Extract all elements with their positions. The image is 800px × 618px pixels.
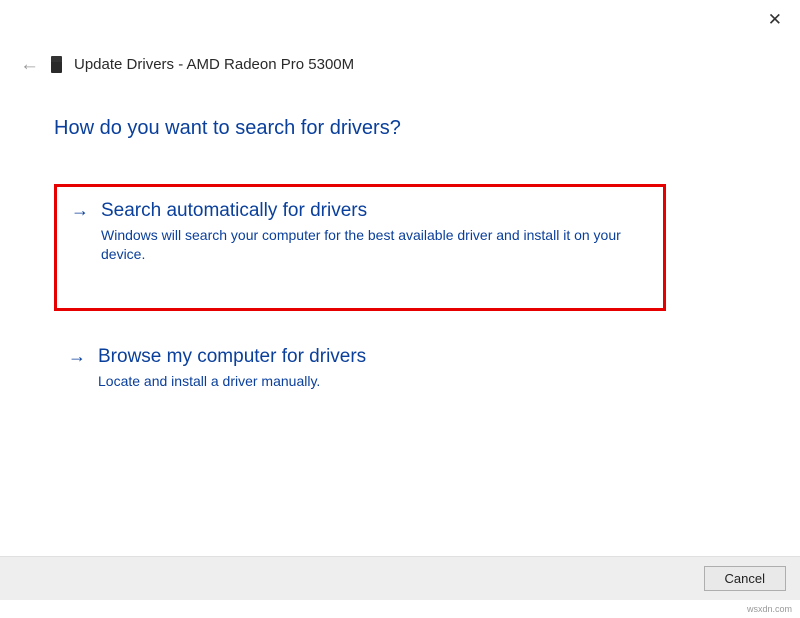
device-icon bbox=[51, 56, 62, 73]
option-search-automatically[interactable]: → Search automatically for drivers Windo… bbox=[54, 184, 666, 311]
dialog-title: Update Drivers - AMD Radeon Pro 5300M bbox=[74, 56, 354, 73]
arrow-right-icon: → bbox=[68, 346, 86, 368]
option-browse-title: Browse my computer for drivers bbox=[98, 346, 366, 368]
cancel-button[interactable]: Cancel bbox=[704, 566, 786, 591]
option-browse-desc: Locate and install a driver manually. bbox=[98, 372, 638, 391]
page-heading: How do you want to search for drivers? bbox=[54, 117, 401, 140]
watermark: wsxdn.com bbox=[747, 604, 792, 614]
dialog-footer: Cancel bbox=[0, 556, 800, 600]
option-auto-title: Search automatically for drivers bbox=[101, 200, 367, 222]
close-button[interactable]: ✕ bbox=[768, 10, 782, 30]
option-browse-computer[interactable]: → Browse my computer for drivers Locate … bbox=[54, 333, 666, 409]
close-icon: ✕ bbox=[768, 10, 782, 29]
option-auto-desc: Windows will search your computer for th… bbox=[101, 226, 641, 264]
back-arrow-icon[interactable]: ← bbox=[20, 55, 39, 74]
arrow-right-icon: → bbox=[71, 200, 89, 222]
dialog-header: ← Update Drivers - AMD Radeon Pro 5300M bbox=[20, 55, 354, 74]
